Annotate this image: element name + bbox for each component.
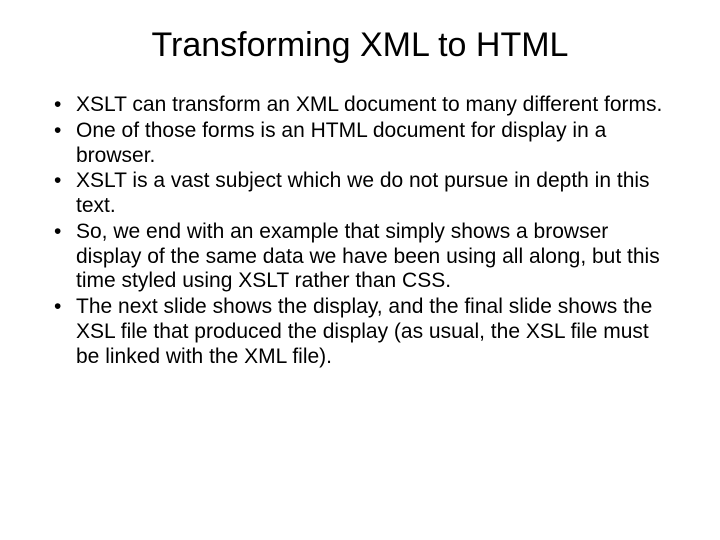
bullet-item: XSLT is a vast subject which we do not p… bbox=[48, 169, 672, 219]
bullet-item: The next slide shows the display, and th… bbox=[48, 295, 672, 369]
slide: Transforming XML to HTML XSLT can transf… bbox=[0, 0, 720, 540]
slide-title: Transforming XML to HTML bbox=[48, 26, 672, 65]
bullet-list: XSLT can transform an XML document to ma… bbox=[48, 93, 672, 369]
bullet-item: One of those forms is an HTML document f… bbox=[48, 119, 672, 169]
bullet-item: XSLT can transform an XML document to ma… bbox=[48, 93, 672, 118]
bullet-item: So, we end with an example that simply s… bbox=[48, 220, 672, 294]
